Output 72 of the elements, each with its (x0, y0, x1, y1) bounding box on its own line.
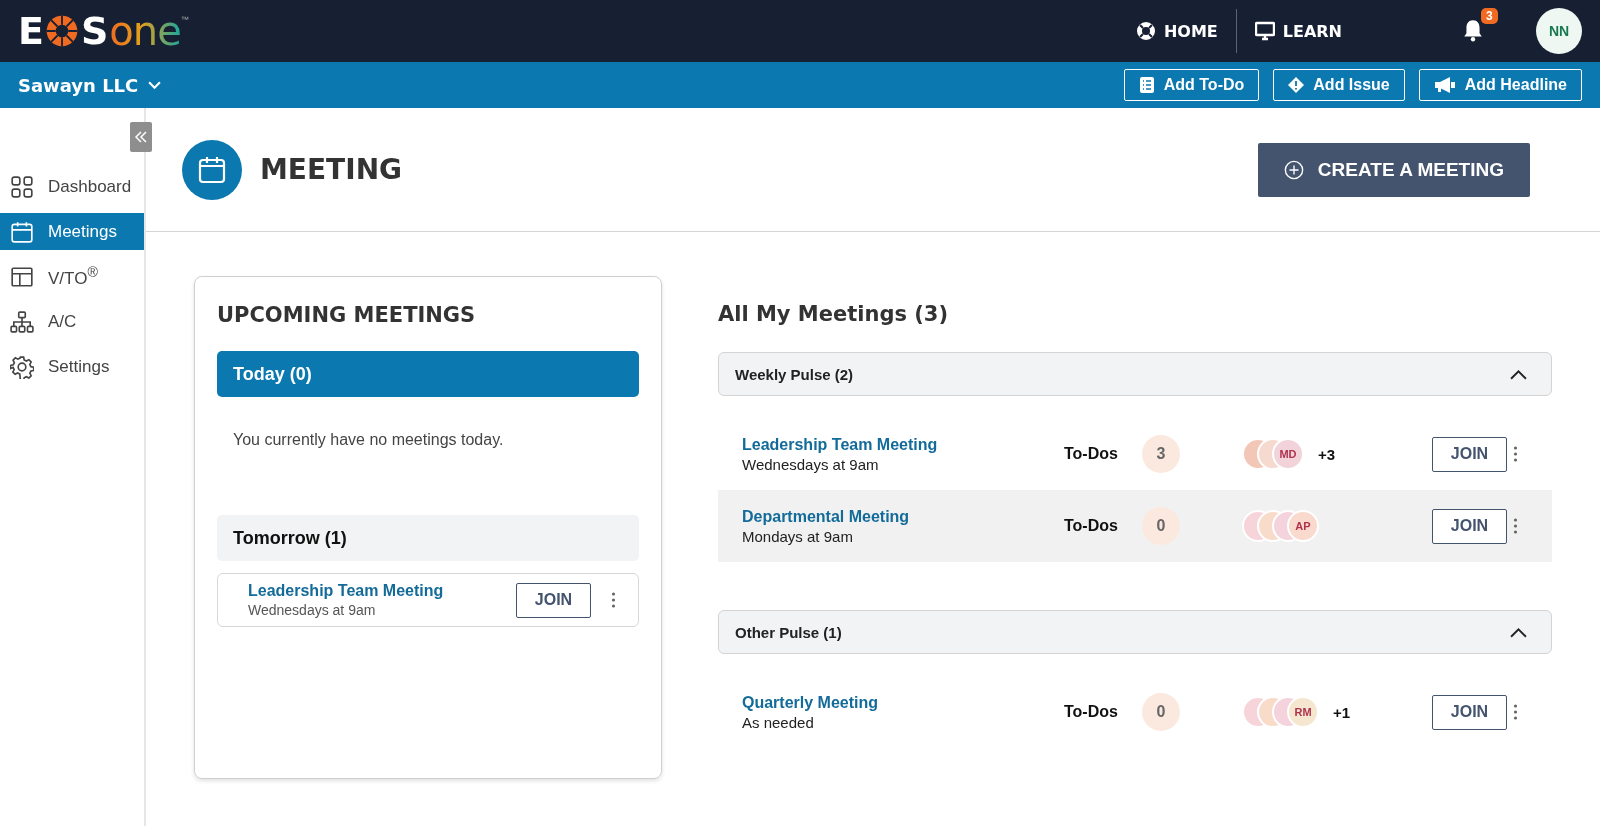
double-chevron-icon (134, 130, 148, 144)
todos-count: 3 (1142, 435, 1180, 473)
join-button[interactable]: JOIN (516, 582, 591, 618)
quick-action-button[interactable]: Add Issue (1273, 69, 1405, 101)
nav-link[interactable]: LEARN (1244, 21, 1352, 41)
meeting-row[interactable]: Leadership Team Meeting Wednesdays at 9am To-Dos 3 MD +3 JOIN (718, 418, 1552, 490)
calendar-icon (10, 219, 34, 244)
notification-count: 3 (1481, 8, 1498, 24)
page-title: MEETING (260, 153, 403, 186)
sidebar-item[interactable]: Settings (0, 348, 144, 385)
plus-circle-icon (1283, 159, 1304, 180)
section-title: All My Meetings (3) (718, 302, 950, 326)
lifebuoy-icon (1135, 21, 1156, 41)
layout-icon (10, 264, 34, 289)
caret-icon[interactable] (1510, 368, 1527, 380)
monitor-icon (1254, 21, 1275, 41)
group-label: Other Pulse (1) (735, 623, 842, 641)
megaphone-icon (1433, 77, 1456, 93)
group-label: Weekly Pulse (2) (735, 365, 854, 383)
quick-action-button[interactable]: Add Headline (1418, 69, 1582, 101)
more-attendees: +3 (1318, 445, 1336, 463)
meeting-schedule: Wednesdays at 9am (742, 455, 880, 473)
diamond-icon (1288, 77, 1305, 93)
todos-count: 0 (1142, 507, 1180, 545)
grid-icon (10, 174, 34, 199)
group-header[interactable]: Weekly Pulse (2) (718, 352, 1552, 396)
user-avatar[interactable]: NN (1536, 8, 1582, 54)
org-chart-icon (10, 309, 34, 334)
sidebar-item[interactable]: Dashboard (0, 168, 144, 205)
caret-icon[interactable] (1510, 626, 1527, 638)
join-button[interactable]: JOIN (1432, 436, 1507, 472)
collapse-sidebar-button[interactable] (130, 122, 152, 152)
meeting-link[interactable]: Departmental Meeting (742, 507, 1064, 526)
sidebar-item[interactable]: A/C (0, 303, 144, 340)
list-icon (1138, 77, 1155, 93)
meeting-schedule: Mondays at 9am (742, 527, 854, 545)
meeting-schedule: As needed (742, 713, 815, 731)
group-header[interactable]: Other Pulse (1) (718, 610, 1552, 654)
todos-label: To-Dos (1064, 445, 1119, 463)
todos-label: To-Dos (1064, 517, 1119, 535)
organization-dropdown[interactable]: Sawayn LLC (18, 74, 162, 96)
join-button[interactable]: JOIN (1432, 508, 1507, 544)
more-icon[interactable] (611, 592, 616, 608)
attendee-avatar: MD (1272, 438, 1304, 470)
sidebar-item[interactable]: V/TO$^{®}$ (0, 258, 144, 295)
bell-icon[interactable] (1462, 18, 1484, 42)
todos-label: To-Dos (1064, 703, 1119, 721)
meeting-row[interactable]: Quarterly Meeting As needed To-Dos 0 RM +1 JOIN (718, 676, 1552, 748)
meeting-row[interactable]: Departmental Meeting Mondays at 9am To-Dos 0 AP JOIN (718, 490, 1552, 562)
meeting-link[interactable]: Leadership Team Meeting (248, 582, 502, 600)
more-icon[interactable] (1513, 446, 1518, 462)
card-title: UPCOMING MEETINGS (217, 303, 477, 327)
join-button[interactable]: JOIN (1432, 694, 1507, 730)
chevron-down-icon (148, 80, 162, 90)
settings-icon (10, 354, 34, 379)
more-icon[interactable] (1513, 704, 1518, 720)
create-meeting-button[interactable]: CREATE A MEETING (1257, 142, 1530, 197)
sidebar-item[interactable]: Meetings (0, 213, 144, 250)
quick-action-button[interactable]: Add To-Do (1123, 69, 1260, 101)
more-icon[interactable] (1513, 518, 1518, 534)
logo[interactable]: E Sone™ (18, 9, 189, 53)
nav-link[interactable]: HOME (1125, 21, 1228, 41)
meeting-schedule: Wednesdays at 9am (248, 602, 377, 618)
day-group-header[interactable]: Tomorrow (1) (217, 515, 639, 561)
attendee-avatar: RM (1287, 696, 1319, 728)
day-group-header[interactable]: Today (0) (217, 351, 639, 397)
empty-message: You currently have no meetings today. (233, 431, 505, 449)
todos-count: 0 (1142, 693, 1180, 731)
meeting-link[interactable]: Quarterly Meeting (742, 693, 1064, 712)
attendee-avatar: AP (1287, 510, 1319, 542)
meeting-link[interactable]: Leadership Team Meeting (742, 435, 1064, 454)
more-attendees: +1 (1333, 703, 1351, 721)
